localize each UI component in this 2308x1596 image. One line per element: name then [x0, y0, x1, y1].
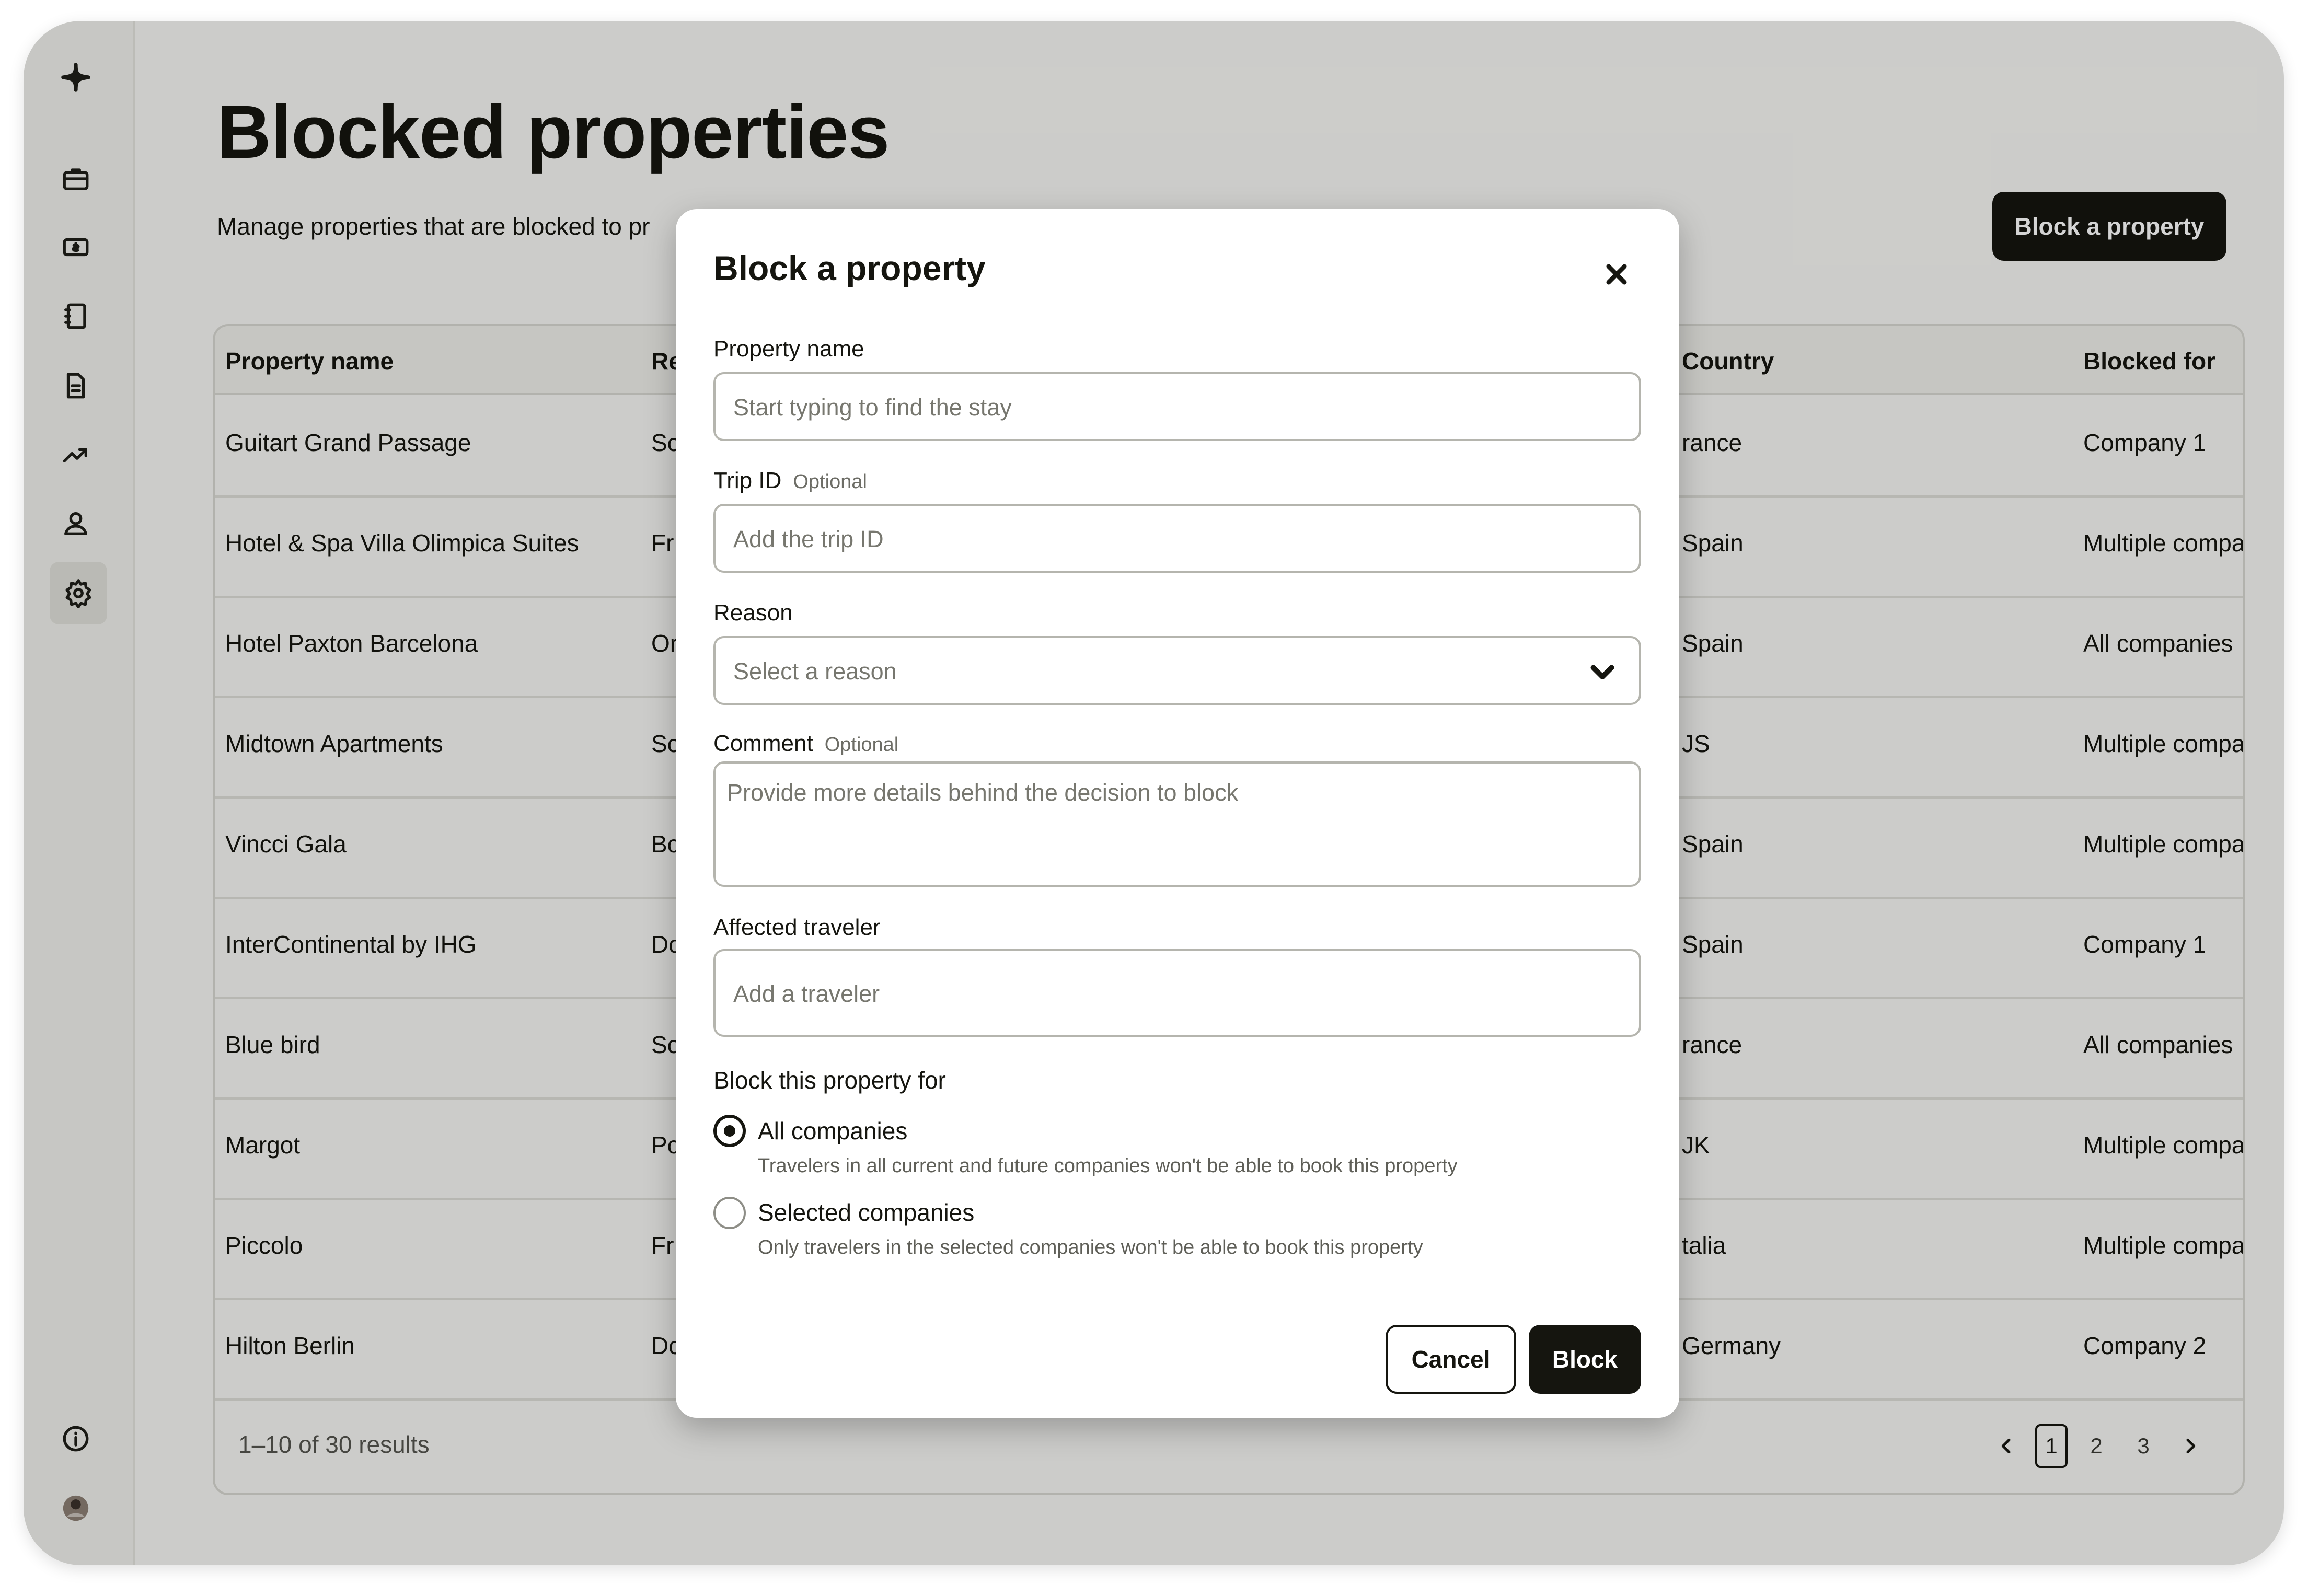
reason-label: Reason	[713, 600, 793, 626]
comment-label: Comment Optional	[713, 731, 899, 756]
property-name-placeholder: Start typing to find the stay	[733, 394, 1012, 421]
all-companies-radio[interactable]	[713, 1115, 746, 1147]
selected-companies-radio[interactable]	[713, 1197, 746, 1229]
selected-companies-help: Only travelers in the selected companies…	[758, 1236, 1423, 1258]
close-icon[interactable]	[1598, 256, 1635, 293]
trip-id-input[interactable]: Add the trip ID	[713, 504, 1641, 573]
chevron-down-icon	[1587, 656, 1618, 687]
comment-placeholder: Provide more details behind the decision…	[727, 779, 1239, 806]
optional-tag: Optional	[793, 471, 867, 493]
app-window: Blocked properties Manage properties tha…	[24, 21, 2284, 1565]
comment-textarea[interactable]: Provide more details behind the decision…	[713, 761, 1641, 887]
property-name-input[interactable]: Start typing to find the stay	[713, 372, 1641, 441]
reason-select[interactable]: Select a reason	[713, 636, 1641, 705]
cancel-button[interactable]: Cancel	[1386, 1325, 1516, 1394]
reason-placeholder: Select a reason	[733, 658, 897, 685]
optional-tag: Optional	[824, 734, 899, 756]
selected-companies-label[interactable]: Selected companies	[758, 1198, 974, 1227]
affected-traveler-input[interactable]: Add a traveler	[713, 949, 1641, 1037]
traveler-placeholder: Add a traveler	[733, 980, 880, 1007]
dialog-title: Block a property	[713, 249, 986, 287]
block-for-label: Block this property for	[713, 1067, 946, 1094]
trip-id-label: Trip ID Optional	[713, 468, 867, 493]
all-companies-help: Travelers in all current and future comp…	[758, 1155, 1458, 1177]
block-property-dialog: Block a property Property name Start typ…	[676, 209, 1679, 1418]
trip-id-placeholder: Add the trip ID	[733, 526, 884, 552]
affected-traveler-label: Affected traveler	[713, 915, 881, 940]
all-companies-label[interactable]: All companies	[758, 1117, 907, 1145]
property-name-label: Property name	[713, 336, 864, 362]
block-button[interactable]: Block	[1529, 1325, 1641, 1394]
